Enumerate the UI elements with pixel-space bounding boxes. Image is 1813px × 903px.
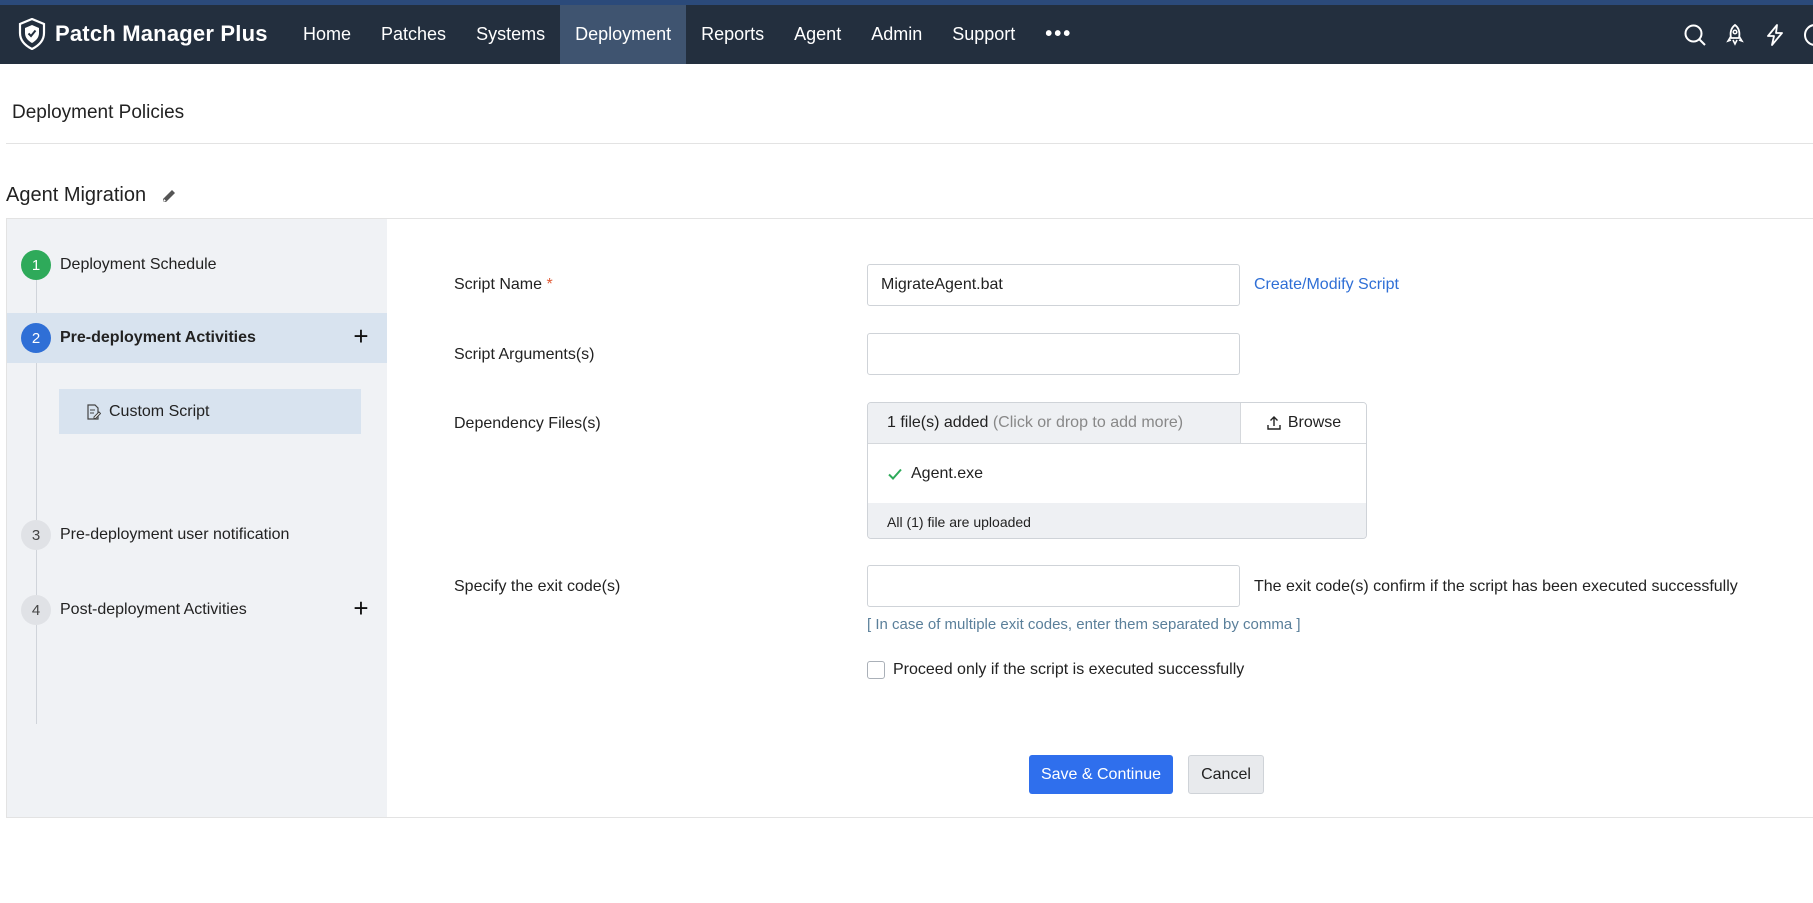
step-number: 2 (21, 323, 51, 353)
dependency-upload-box: 1 file(s) added (Click or drop to add mo… (867, 402, 1367, 539)
script-name-label: Script Name * (454, 276, 553, 294)
lightning-icon[interactable] (1763, 23, 1787, 47)
nav-support[interactable]: Support (937, 5, 1030, 64)
step-post-deployment-activities[interactable]: 4 Post-deployment Activities + (7, 585, 387, 635)
step-label: Deployment Schedule (60, 256, 217, 273)
search-icon[interactable] (1683, 23, 1707, 47)
step-label: Post-deployment Activities (60, 601, 247, 618)
avatar-icon[interactable] (1803, 23, 1813, 47)
exit-code-input[interactable] (867, 565, 1240, 607)
proceed-checkbox[interactable] (867, 661, 885, 679)
main-nav: Home Patches Systems Deployment Reports … (288, 5, 1087, 64)
top-icons (1667, 5, 1813, 64)
page-title: Deployment Policies (12, 102, 185, 123)
script-args-label: Script Arguments(s) (454, 346, 595, 363)
policy-title: Agent Migration (6, 184, 178, 207)
proceed-label: Proceed only if the script is executed s… (893, 661, 1245, 678)
checkmark-icon (888, 468, 902, 480)
sidebar-item-custom-script[interactable]: Custom Script (59, 389, 361, 434)
upload-icon (1267, 416, 1281, 430)
sub-item-label: Custom Script (109, 402, 210, 420)
step-number: 3 (21, 520, 51, 550)
step-pre-deployment-user-notification[interactable]: 3 Pre-deployment user notification (7, 510, 387, 560)
brand[interactable]: Patch Manager Plus (18, 17, 268, 51)
dropzone-hint: (Click or drop to add more) (992, 414, 1184, 431)
dependency-files-label: Dependency Files(s) (454, 415, 601, 432)
nav-reports[interactable]: Reports (686, 5, 779, 64)
steps-sidebar: 1 Deployment Schedule 2 Pre-deployment A… (7, 219, 387, 817)
step-deployment-schedule[interactable]: 1 Deployment Schedule (7, 240, 387, 290)
script-name-input[interactable]: MigrateAgent.bat (867, 264, 1240, 306)
step-label: Pre-deployment Activities (60, 329, 256, 346)
exit-code-hint: [ In case of multiple exit codes, enter … (867, 616, 1301, 633)
dependency-count: 1 file(s) added (Click or drop to add mo… (887, 414, 1183, 432)
file-count-text: 1 file(s) added (887, 414, 989, 431)
shield-logo-icon (18, 18, 46, 50)
upload-status: All (1) file are uploaded (868, 503, 1366, 538)
step-number: 1 (21, 250, 51, 280)
uploaded-file-item: Agent.exe (887, 465, 983, 483)
cancel-button[interactable]: Cancel (1188, 755, 1264, 794)
script-args-input[interactable] (867, 333, 1240, 375)
script-file-icon (87, 403, 101, 420)
pencil-edit-icon[interactable] (160, 187, 178, 205)
nav-systems[interactable]: Systems (461, 5, 560, 64)
proceed-checkbox-row[interactable]: Proceed only if the script is executed s… (867, 661, 1244, 679)
step-label: Pre-deployment user notification (60, 526, 290, 543)
nav-deployment[interactable]: Deployment (560, 5, 687, 64)
policy-name: Agent Migration (6, 184, 147, 206)
step-pre-deployment-activities[interactable]: 2 Pre-deployment Activities + (7, 313, 387, 363)
step-number: 4 (21, 595, 51, 625)
browse-label: Browse (1287, 414, 1342, 431)
top-navbar: Patch Manager Plus Home Patches Systems … (0, 0, 1813, 64)
brand-name: Patch Manager Plus (55, 21, 268, 46)
browse-button[interactable]: Browse (1240, 403, 1366, 443)
exit-code-note: The exit code(s) confirm if the script h… (1254, 578, 1738, 595)
rocket-icon[interactable] (1723, 23, 1747, 47)
save-continue-button[interactable]: Save & Continue (1029, 755, 1173, 794)
dependency-dropzone[interactable]: 1 file(s) added (Click or drop to add mo… (868, 403, 1366, 444)
required-mark: * (546, 276, 553, 293)
nav-home[interactable]: Home (288, 5, 366, 64)
divider (6, 143, 1813, 144)
uploaded-file-name: Agent.exe (911, 465, 984, 482)
add-post-activity-plus-icon[interactable]: + (349, 595, 373, 621)
nav-admin[interactable]: Admin (856, 5, 937, 64)
nav-agent[interactable]: Agent (779, 5, 856, 64)
add-activity-plus-icon[interactable]: + (349, 323, 373, 349)
create-modify-script-link[interactable]: Create/Modify Script (1254, 276, 1399, 294)
nav-patches[interactable]: Patches (366, 5, 461, 64)
more-menu-icon[interactable]: ••• (1030, 5, 1087, 64)
label-text: Script Name (454, 276, 543, 293)
exit-code-label: Specify the exit code(s) (454, 578, 621, 595)
